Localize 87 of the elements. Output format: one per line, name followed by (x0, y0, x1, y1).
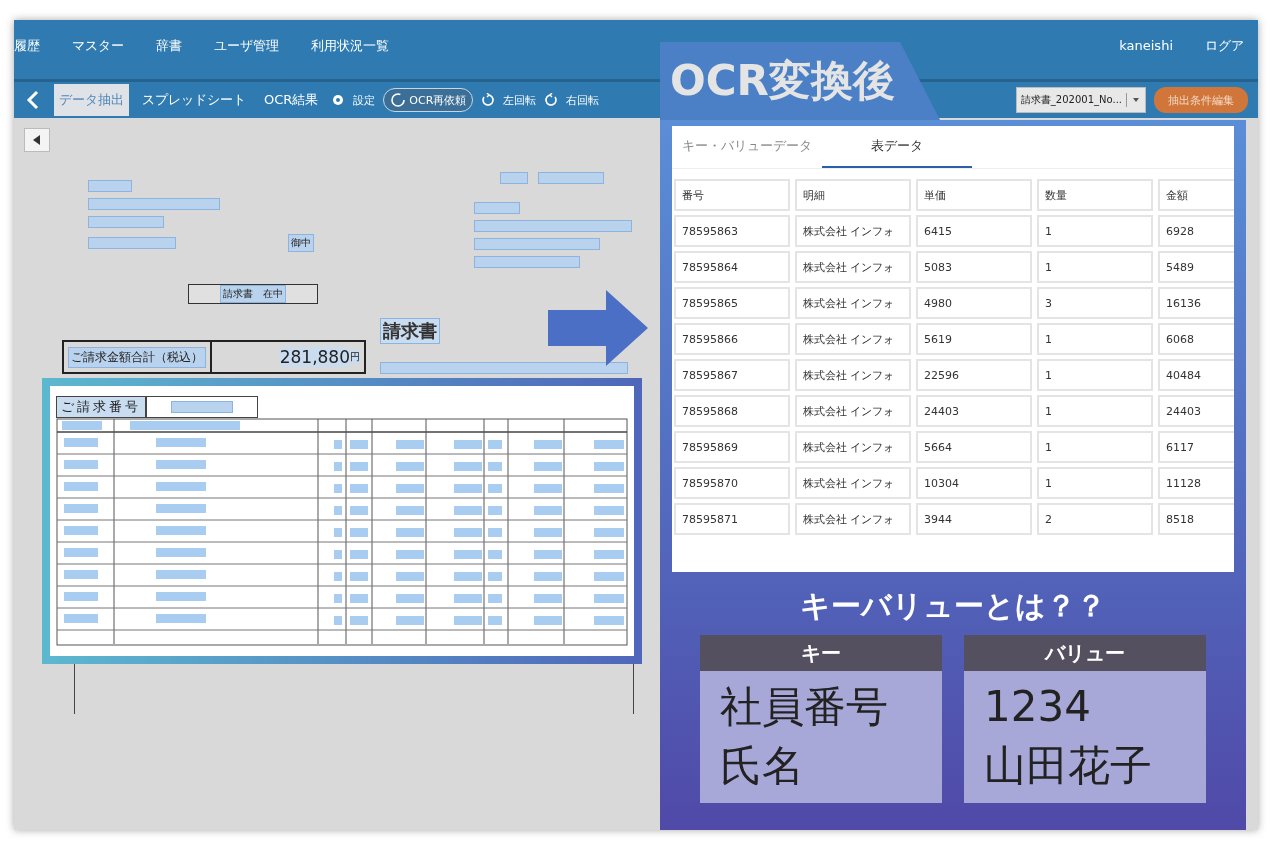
table-cell[interactable]: 1 (1037, 215, 1153, 247)
logout-link[interactable]: ログア (1205, 36, 1244, 55)
table-cell[interactable]: 40484 (1158, 359, 1234, 391)
rotate-right-label[interactable]: 右回転 (566, 92, 600, 108)
column-header: 金額 (1158, 179, 1234, 211)
table-cell[interactable]: 6117 (1158, 431, 1234, 463)
table-cell[interactable]: 78595868 (674, 395, 790, 427)
column-header: 明細 (795, 179, 911, 211)
table-cell[interactable]: 1 (1037, 359, 1153, 391)
refresh-icon (390, 92, 407, 108)
table-cell[interactable]: 24403 (1158, 395, 1234, 427)
table-cell[interactable]: 株式会社 インフォ (795, 431, 911, 463)
arrow-icon (548, 290, 648, 366)
table-cell[interactable]: 6068 (1158, 323, 1234, 355)
box-header: キー (700, 635, 942, 671)
table-cell[interactable]: 株式会社 インフォ (795, 215, 911, 247)
rotate-left-label[interactable]: 左回転 (503, 92, 537, 108)
envelope-note-box: 請求書 在中 (188, 284, 318, 304)
rotate-left-icon[interactable] (481, 93, 496, 107)
caret-icon (33, 135, 41, 145)
back-icon[interactable] (26, 90, 40, 110)
table-cell[interactable]: 株式会社 インフォ (795, 323, 911, 355)
table-cell[interactable]: 78595869 (674, 431, 790, 463)
table-cell[interactable]: 株式会社 インフォ (795, 467, 911, 499)
table-cell[interactable]: 78595867 (674, 359, 790, 391)
table-cell[interactable]: 1 (1037, 467, 1153, 499)
example-box: 社員番号 氏名 (700, 671, 942, 803)
user-name: kaneishi (1119, 38, 1173, 53)
ocr-box (474, 202, 520, 214)
table-cell[interactable]: 5619 (916, 323, 1032, 355)
settings-label[interactable]: 設定 (353, 92, 376, 108)
table-cell[interactable]: 78595863 (674, 215, 790, 247)
toolbar-tab[interactable]: OCR結果 (259, 84, 324, 116)
table-cell[interactable]: 5083 (916, 251, 1032, 283)
table-cell[interactable]: 1 (1037, 323, 1153, 355)
table-cell[interactable]: 11128 (1158, 467, 1234, 499)
ocr-rerun-button[interactable]: OCR再依頼 (383, 88, 474, 112)
table-cell[interactable]: 株式会社 インフォ (795, 395, 911, 427)
column-header: 単価 (916, 179, 1032, 211)
table-cell[interactable]: 22596 (916, 359, 1032, 391)
table-cell[interactable]: 5489 (1158, 251, 1234, 283)
result-tab[interactable]: 表データ (822, 126, 972, 168)
table-cell[interactable]: 4980 (916, 287, 1032, 319)
example-box: 1234 山田花子 (964, 671, 1206, 803)
toolbar-tab[interactable]: スプレッドシート (137, 84, 251, 116)
table-cell[interactable]: 3 (1037, 287, 1153, 319)
table-cell[interactable]: 10304 (916, 467, 1032, 499)
column-header: 番号 (674, 179, 790, 211)
nav-item[interactable]: マスター (72, 36, 124, 55)
addressee-suffix: 御中 (288, 234, 314, 252)
invoice-number-label: ご請求番号 (56, 396, 146, 418)
table-cell[interactable]: 1 (1037, 251, 1153, 283)
table-cell[interactable]: 2 (1037, 503, 1153, 535)
result-tab[interactable]: キー・バリューデータ (672, 126, 822, 168)
rotate-right-icon[interactable] (544, 93, 559, 107)
table-cell[interactable]: 6415 (916, 215, 1032, 247)
ocr-box (538, 172, 604, 184)
table-cell[interactable]: 78595870 (674, 467, 790, 499)
ocr-box (500, 172, 528, 184)
table-cell[interactable]: 1 (1037, 431, 1153, 463)
table-cell[interactable]: 8518 (1158, 503, 1234, 535)
settings-icon[interactable] (331, 93, 346, 107)
nav-item[interactable]: 辞書 (156, 36, 182, 55)
table-cell[interactable]: 78595871 (674, 503, 790, 535)
table-cell[interactable]: 5664 (916, 431, 1032, 463)
box-header: バリュー (964, 635, 1206, 671)
nav-item[interactable]: 利用状況一覧 (311, 36, 389, 55)
table-cell[interactable]: 株式会社 インフォ (795, 251, 911, 283)
table-cell[interactable]: 株式会社 インフォ (795, 503, 911, 535)
table-cell[interactable]: 78595864 (674, 251, 790, 283)
table-cell[interactable]: 株式会社 インフォ (795, 287, 911, 319)
explainer-heading: キーバリューとは？？ (800, 587, 1106, 625)
table-cell[interactable]: 3944 (916, 503, 1032, 535)
nav-item[interactable]: 履歴 (14, 36, 40, 55)
table-cell[interactable]: 78595865 (674, 287, 790, 319)
invoice-title: 請求書 (380, 318, 440, 344)
nav-item[interactable]: ユーザ管理 (214, 36, 279, 55)
table-cell[interactable]: 1 (1037, 395, 1153, 427)
collapse-button[interactable] (24, 128, 50, 152)
document-select[interactable]: 請求書_202001_No... (1015, 87, 1146, 113)
column-header: 数量 (1037, 179, 1153, 211)
ocr-box (88, 180, 132, 192)
table-cell[interactable]: 16136 (1158, 287, 1234, 319)
table-cell[interactable]: 株式会社 インフォ (795, 359, 911, 391)
table-cell[interactable]: 78595866 (674, 323, 790, 355)
table-cell[interactable]: 24403 (916, 395, 1032, 427)
table-cell[interactable]: 6928 (1158, 215, 1234, 247)
